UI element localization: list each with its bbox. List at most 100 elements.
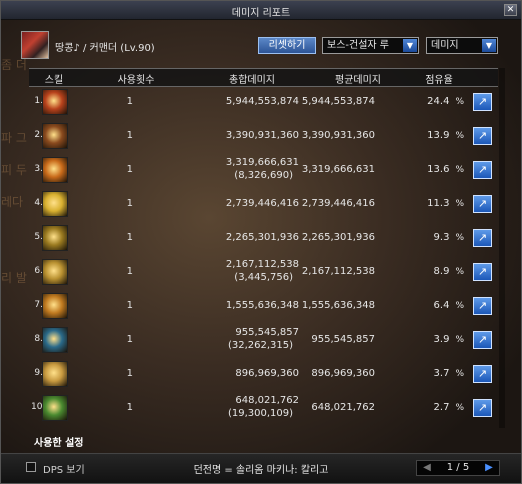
use-count: 1 <box>126 300 133 311</box>
skill-icon[interactable] <box>42 259 68 285</box>
average-damage: 955,545,857 <box>311 334 375 345</box>
use-count: 1 <box>126 402 133 413</box>
target-select-value: 보스-건설자 루 <box>327 40 389 51</box>
next-page-icon[interactable]: ▶ <box>483 462 495 474</box>
share-unit: % <box>455 267 464 277</box>
skill-icon[interactable] <box>42 123 68 149</box>
table-header: 스킬 사용횟수 총합데미지 평균데미지 점유율 <box>29 68 498 87</box>
average-damage: 3,319,666,631 <box>301 164 375 175</box>
share-icon[interactable]: ↗ <box>473 127 492 145</box>
share-icon[interactable]: ↗ <box>473 195 492 213</box>
bg-scene-text: 리 발 <box>1 271 27 285</box>
share-unit: % <box>455 165 464 175</box>
share-icon[interactable]: ↗ <box>473 93 492 111</box>
share-unit: % <box>455 369 464 379</box>
share-percent: 6.4% <box>407 300 464 311</box>
table-row: 8. 1 955,545,857 (32,262,315) 955,545,857 3.9… <box>29 324 498 357</box>
average-damage: 1,555,636,348 <box>301 300 375 311</box>
chevron-down-icon[interactable]: ▼ <box>403 39 417 52</box>
target-select[interactable]: 보스-건설자 루 ▼ <box>322 37 419 54</box>
use-count: 1 <box>126 368 133 379</box>
damage-table: 스킬 사용횟수 총합데미지 평균데미지 점유율 1. 1 5,944,553,874… <box>29 68 498 428</box>
share-icon[interactable]: ↗ <box>473 399 492 417</box>
col-count: 사용횟수 <box>117 75 155 86</box>
share-value: 13.6 <box>427 164 450 175</box>
table-row: 9. 1 896,969,360 896,969,360 3.7% ↗ <box>29 358 498 391</box>
share-icon[interactable]: ↗ <box>473 331 492 349</box>
skill-icon[interactable] <box>42 361 68 387</box>
share-percent: 3.7% <box>407 368 464 379</box>
share-percent: 2.7% <box>407 402 464 413</box>
col-skill: 스킬 <box>44 75 64 86</box>
use-count: 1 <box>126 266 133 277</box>
share-value: 8.9 <box>433 266 450 277</box>
use-count: 1 <box>126 334 133 345</box>
skill-icon[interactable] <box>42 293 68 319</box>
use-count: 1 <box>126 96 133 107</box>
share-percent: 13.6% <box>407 164 464 175</box>
share-percent: 3.9% <box>407 334 464 345</box>
average-damage: 3,390,931,360 <box>301 130 375 141</box>
share-icon[interactable]: ↗ <box>473 229 492 247</box>
title-bar[interactable]: 데미지 리포트 ✕ <box>1 1 521 20</box>
share-icon[interactable]: ↗ <box>473 297 492 315</box>
share-unit: % <box>455 403 464 413</box>
damage-report-window: 좀 더 파 그 피 두 레다 리 발 데미지 리포트 ✕ 땅콩♪ / 커맨더 (… <box>0 0 522 484</box>
average-damage: 5,944,553,874 <box>301 96 375 107</box>
table-row: 2. 1 3,390,931,360 3,390,931,360 13.9% ↗ <box>29 120 498 153</box>
skill-icon[interactable] <box>42 395 68 421</box>
skill-icon[interactable] <box>42 225 68 251</box>
share-value: 11.3 <box>427 198 450 209</box>
table-row: 7. 1 1,555,636,348 1,555,636,348 6.4% ↗ <box>29 290 498 323</box>
skill-icon[interactable] <box>42 89 68 115</box>
share-percent: 13.9% <box>407 130 464 141</box>
average-damage: 2,739,446,416 <box>301 198 375 209</box>
table-row: 1. 1 5,944,553,874 5,944,553,874 24.4% ↗ <box>29 86 498 119</box>
use-count: 1 <box>126 198 133 209</box>
share-icon[interactable]: ↗ <box>473 263 492 281</box>
table-row: 5. 1 2,265,301,936 2,265,301,936 9.3% ↗ <box>29 222 498 255</box>
average-damage: 2,265,301,936 <box>301 232 375 243</box>
share-value: 2.7 <box>433 402 450 413</box>
skill-icon[interactable] <box>42 327 68 353</box>
character-name: 땅콩♪ / 커맨더 (Lv.90) <box>55 43 155 54</box>
metric-select-value: 데미지 <box>431 40 459 51</box>
pagination: ◀ 1 / 5 ▶ <box>416 460 500 476</box>
close-icon[interactable]: ✕ <box>504 4 517 16</box>
share-percent: 11.3% <box>407 198 464 209</box>
table-row: 10. 1 648,021,762 (19,300,109) 648,021,762 2.… <box>29 392 498 425</box>
use-count: 1 <box>126 232 133 243</box>
reset-button[interactable]: 리셋하기 <box>258 37 316 54</box>
metric-select[interactable]: 데미지 ▼ <box>426 37 498 54</box>
share-unit: % <box>455 233 464 243</box>
share-unit: % <box>455 335 464 345</box>
bg-scene-text: 피 두 <box>1 163 27 177</box>
share-value: 6.4 <box>433 300 450 311</box>
share-value: 3.9 <box>433 334 450 345</box>
share-percent: 24.4% <box>407 96 464 107</box>
chevron-down-icon[interactable]: ▼ <box>482 39 496 52</box>
bg-scene-text: 파 그 <box>1 131 27 145</box>
bg-scene-text: 레다 <box>1 195 24 209</box>
average-damage: 896,969,360 <box>311 368 375 379</box>
share-unit: % <box>455 131 464 141</box>
share-unit: % <box>455 97 464 107</box>
use-count: 1 <box>126 164 133 175</box>
average-damage: 648,021,762 <box>311 402 375 413</box>
scrollbar[interactable] <box>499 68 505 428</box>
used-settings-label: 사용한 설정 <box>34 438 84 449</box>
share-percent: 8.9% <box>407 266 464 277</box>
share-value: 3.7 <box>433 368 450 379</box>
share-icon[interactable]: ↗ <box>473 365 492 383</box>
window-title: 데미지 리포트 <box>231 8 291 19</box>
average-damage: 2,167,112,538 <box>301 266 375 277</box>
skill-icon[interactable] <box>42 157 68 183</box>
share-icon[interactable]: ↗ <box>473 161 492 179</box>
share-value: 13.9 <box>427 130 450 141</box>
avatar <box>21 31 49 59</box>
share-unit: % <box>455 301 464 311</box>
table-row: 3. 1 3,319,666,631 (8,326,690) 3,319,666,631… <box>29 154 498 187</box>
skill-icon[interactable] <box>42 191 68 217</box>
col-avg: 평균데미지 <box>335 75 381 86</box>
use-count: 1 <box>126 130 133 141</box>
